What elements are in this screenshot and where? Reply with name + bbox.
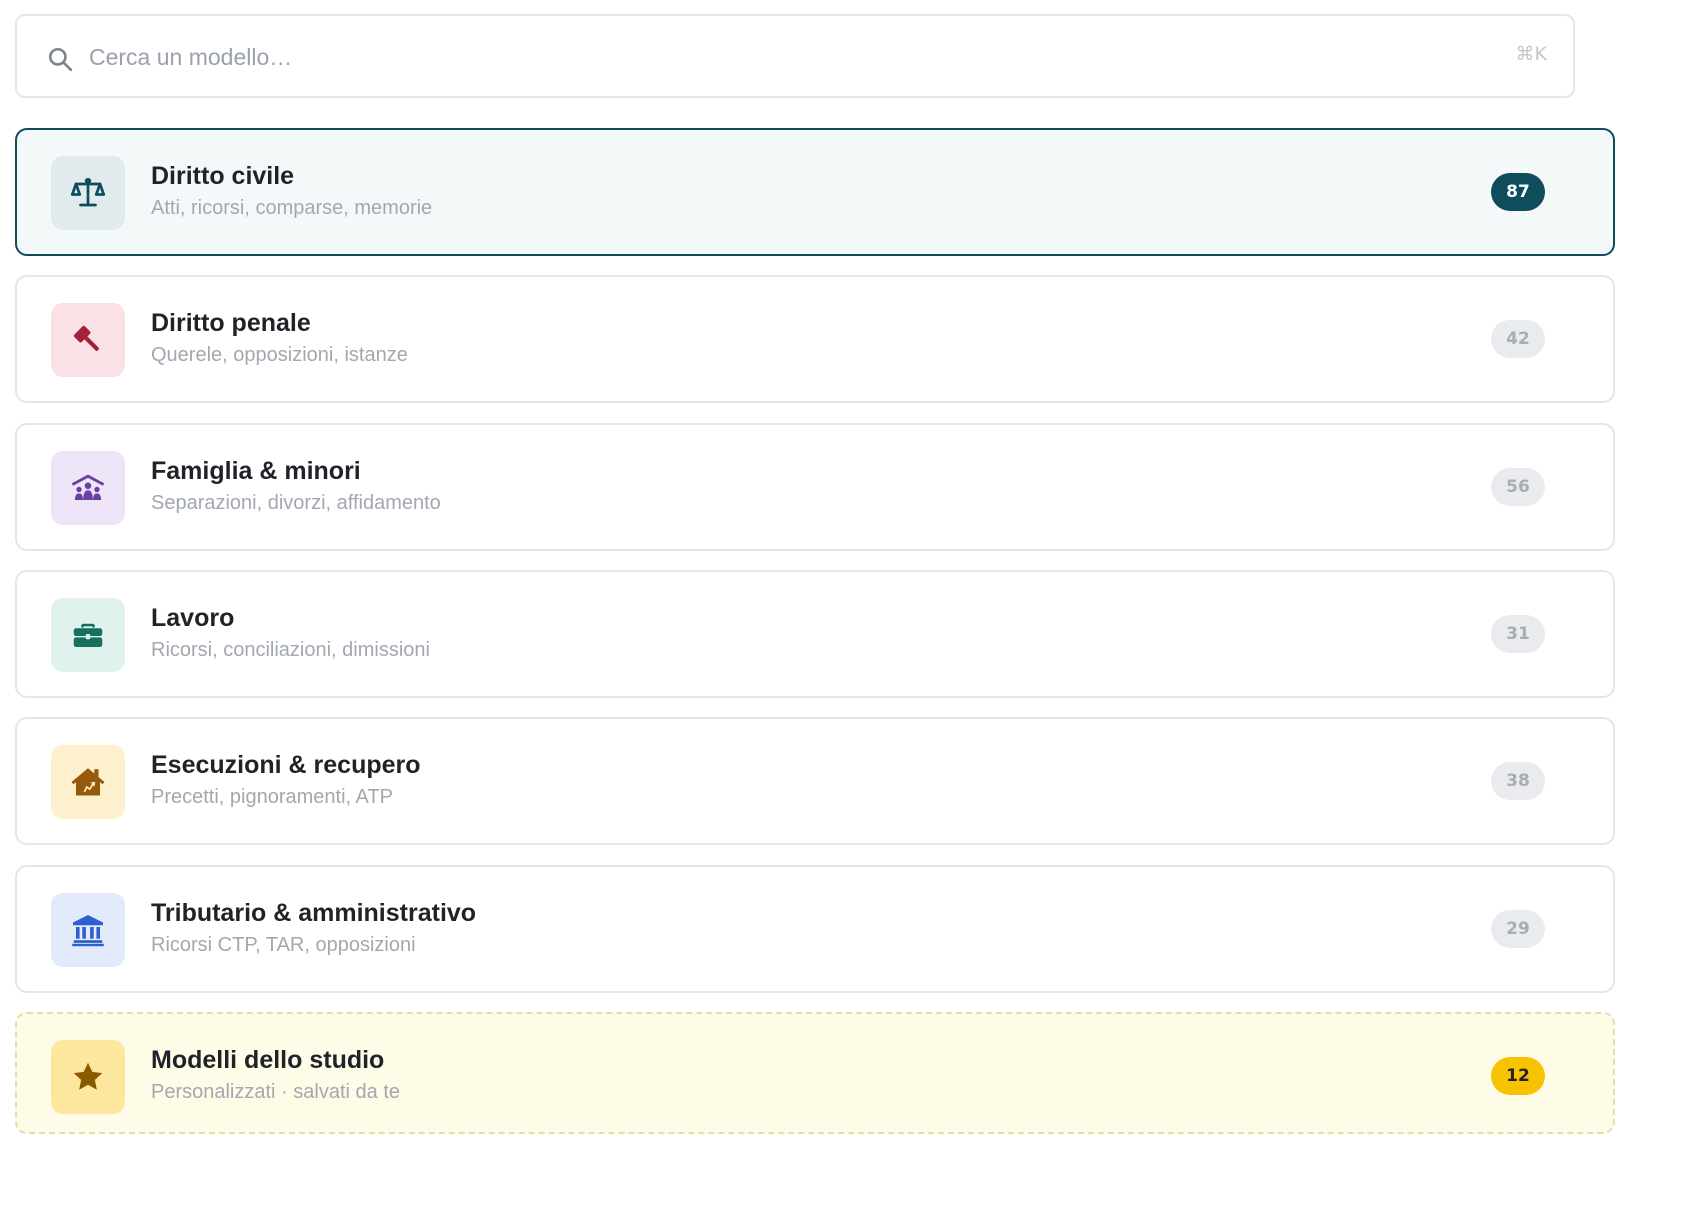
keyboard-shortcut-hint: ⌘K xyxy=(1515,43,1547,65)
category-subtitle: Atti, ricorsi, comparse, memorie xyxy=(151,197,433,219)
category-title: Esecuzioni & recupero xyxy=(151,751,421,779)
category-card-esecuzioni-recupero[interactable]: Esecuzioni & recupero Precetti, pignoram… xyxy=(15,717,1615,845)
category-card-diritto-civile[interactable]: Diritto civile Atti, ricorsi, comparse, … xyxy=(15,128,1615,256)
category-subtitle: Ricorsi, conciliazioni, dimissioni xyxy=(151,639,430,661)
category-subtitle: Querele, opposizioni, istanze xyxy=(151,344,408,366)
category-title: Lavoro xyxy=(151,604,235,632)
search-icon xyxy=(48,47,73,72)
count-badge: 38 xyxy=(1491,762,1545,800)
category-title: Diritto civile xyxy=(151,162,295,190)
category-card-modelli-studio[interactable]: Modelli dello studio Personalizzati · sa… xyxy=(15,1012,1615,1134)
category-card-famiglia-minori[interactable]: Famiglia & minori Separazioni, divorzi, … xyxy=(15,423,1615,551)
category-title: Modelli dello studio xyxy=(151,1046,385,1074)
family-icon xyxy=(71,474,105,500)
category-icon-tile xyxy=(51,745,125,819)
count-badge: 87 xyxy=(1491,173,1545,211)
category-icon-tile xyxy=(51,156,125,230)
category-icon-tile xyxy=(51,303,125,377)
category-subtitle: Ricorsi CTP, TAR, opposizioni xyxy=(151,934,416,956)
category-icon-tile xyxy=(51,893,125,967)
search-bar[interactable]: ⌘K xyxy=(15,14,1575,98)
gavel-icon xyxy=(73,325,99,351)
scales-icon xyxy=(70,177,106,207)
category-subtitle: Separazioni, divorzi, affidamento xyxy=(151,492,441,514)
count-badge: 42 xyxy=(1491,320,1545,358)
category-icon-tile xyxy=(51,1040,125,1114)
count-badge: 12 xyxy=(1491,1057,1545,1095)
count-badge: 56 xyxy=(1491,468,1545,506)
house-icon xyxy=(71,768,105,796)
category-title: Famiglia & minori xyxy=(151,457,361,485)
count-badge: 29 xyxy=(1491,910,1545,948)
category-title: Tributario & amministrativo xyxy=(151,899,477,927)
category-subtitle: Personalizzati · salvati da te xyxy=(151,1081,401,1103)
category-icon-tile xyxy=(51,598,125,672)
category-card-diritto-penale[interactable]: Diritto penale Querele, opposizioni, ist… xyxy=(15,275,1615,403)
briefcase-icon xyxy=(73,623,103,647)
category-icon-tile xyxy=(51,451,125,525)
star-icon xyxy=(73,1062,103,1090)
template-category-page: ⌘K Diritto civile Atti, ricorsi, compars… xyxy=(0,0,1702,1229)
category-card-tributario-amministrativo[interactable]: Tributario & amministrativo Ricorsi CTP,… xyxy=(15,865,1615,993)
count-badge: 31 xyxy=(1491,615,1545,653)
category-subtitle: Precetti, pignoramenti, ATP xyxy=(151,786,393,808)
bank-icon xyxy=(72,915,104,947)
category-card-lavoro[interactable]: Lavoro Ricorsi, conciliazioni, dimission… xyxy=(15,570,1615,698)
category-title: Diritto penale xyxy=(151,309,311,337)
search-input[interactable] xyxy=(89,34,1469,80)
